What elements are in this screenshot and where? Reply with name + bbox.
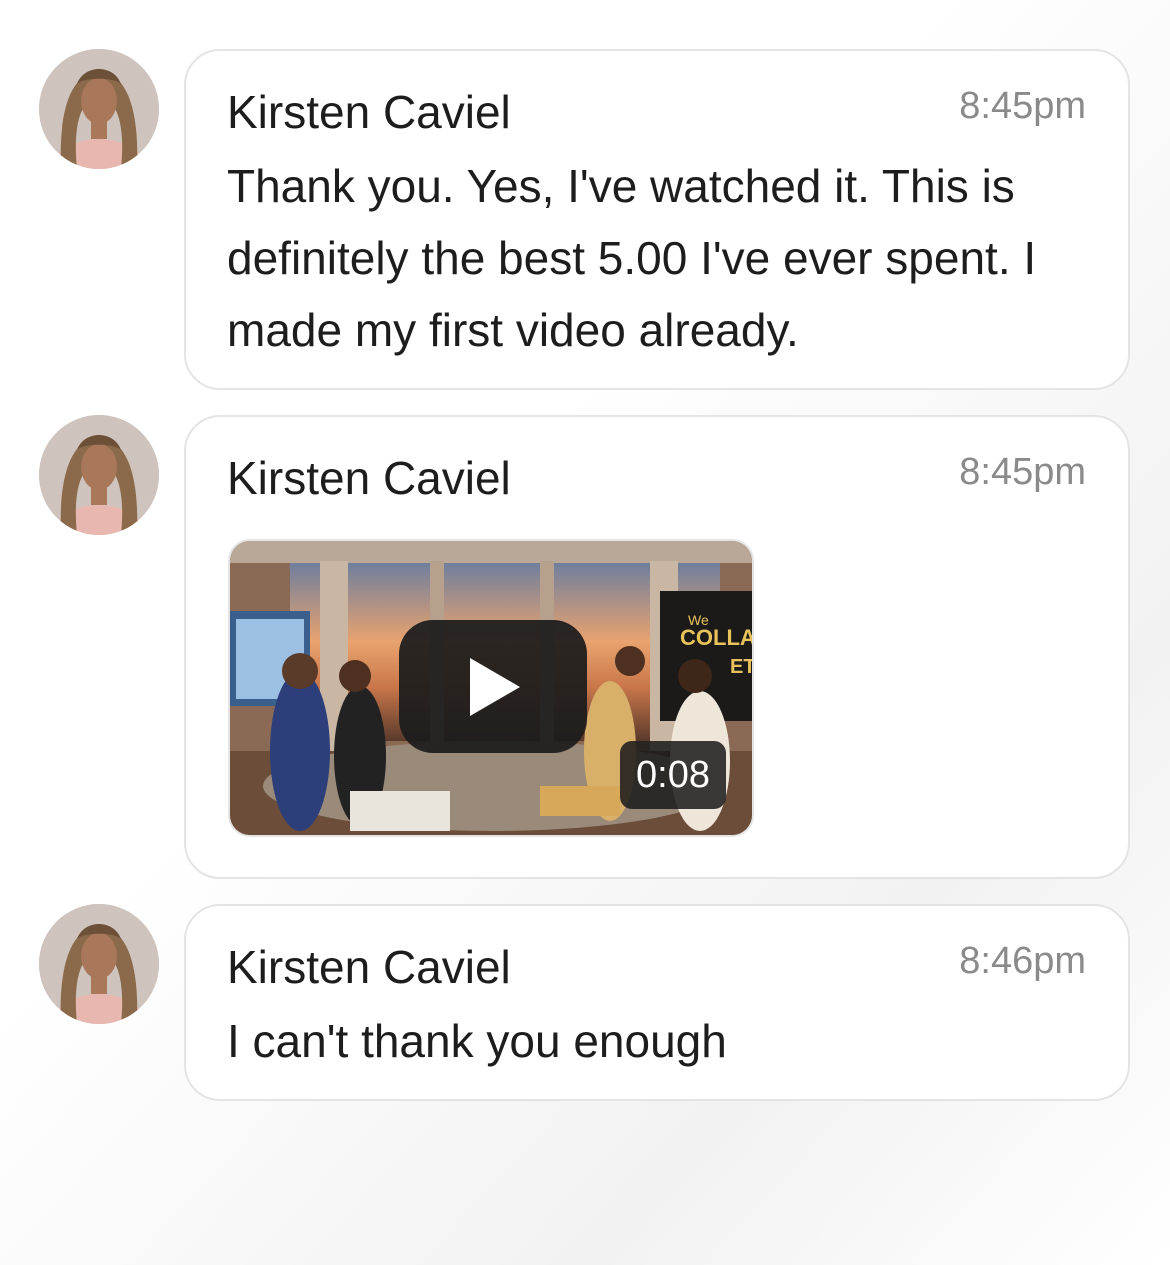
message-text: I can't thank you enough	[227, 1015, 727, 1067]
video-thumbnail[interactable]: We COLLA ET 0:08	[228, 539, 754, 837]
sender-name[interactable]: Kirsten Caviel	[227, 940, 511, 994]
avatar[interactable]	[39, 415, 159, 535]
svg-text:COLLA: COLLA	[680, 625, 754, 650]
play-button[interactable]	[399, 620, 587, 753]
video-duration: 0:08	[620, 741, 726, 809]
message-bubble[interactable]: Kirsten Caviel 8:45pm Thank you. Yes, I'…	[184, 49, 1130, 390]
message-time: 8:46pm	[959, 940, 1086, 982]
message-bubble[interactable]: Kirsten Caviel 8:45pm We COLLA ET 0:08	[184, 415, 1130, 879]
svg-text:ET: ET	[730, 656, 754, 678]
message-thread: Kirsten Caviel 8:45pm Thank you. Yes, I'…	[0, 0, 1170, 1265]
avatar[interactable]	[39, 49, 159, 169]
message-text: Thank you. Yes, I've watched it. This is…	[227, 160, 1037, 356]
message-bubble[interactable]: Kirsten Caviel 8:46pm I can't thank you …	[184, 904, 1130, 1101]
message-time: 8:45pm	[959, 451, 1086, 493]
play-icon	[470, 658, 520, 716]
avatar[interactable]	[39, 904, 159, 1024]
message-time: 8:45pm	[959, 85, 1086, 127]
sender-name[interactable]: Kirsten Caviel	[227, 85, 511, 139]
sender-name[interactable]: Kirsten Caviel	[227, 451, 511, 505]
